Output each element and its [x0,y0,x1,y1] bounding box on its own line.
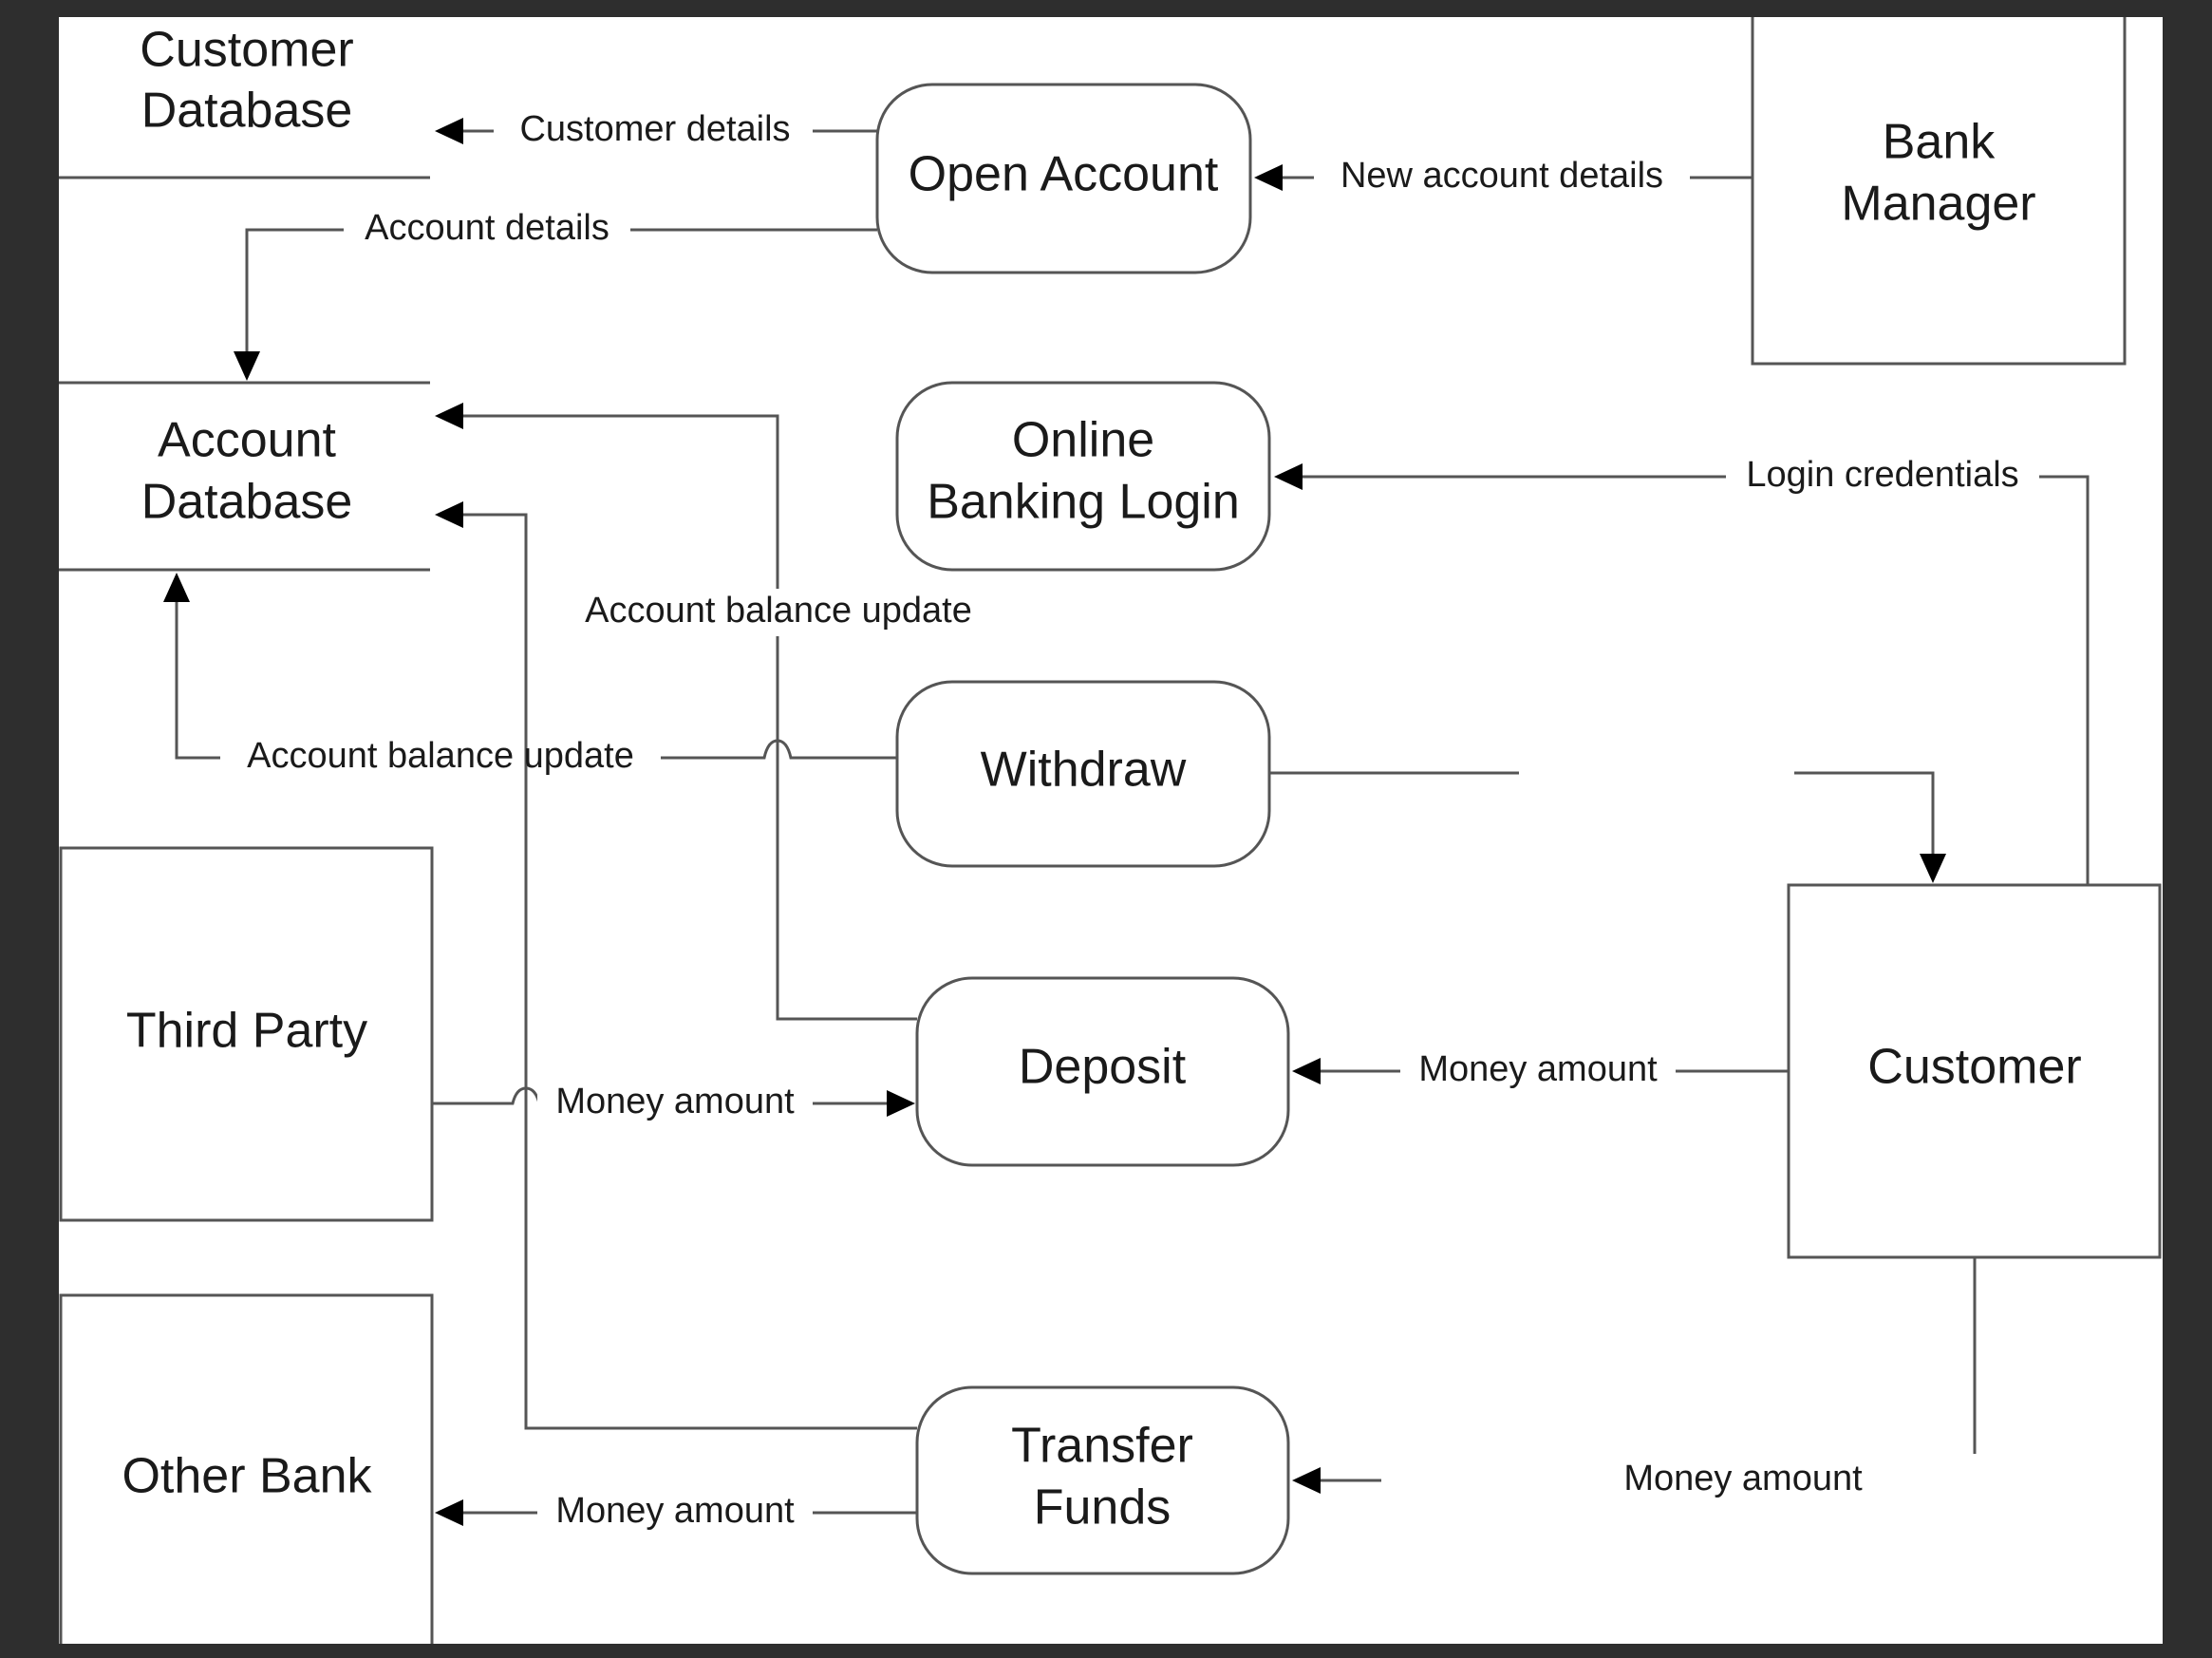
arrowhead-left-icon [1292,1058,1321,1084]
flow-label: New account details [1340,156,1663,196]
arrowhead-down-icon [1920,854,1946,883]
flow-login-credentials[interactable]: Login credentials [1274,455,2090,885]
flow-label: Money amount [555,1491,795,1531]
flow-label: Login credentials [1746,455,2018,495]
arrowhead-right-icon [887,1090,915,1117]
node-label: Manager [1841,177,2035,232]
flow-new-account-details[interactable]: New account details [1254,156,1753,197]
flow-label: Money amount [1623,1459,1863,1498]
flow-line [461,513,917,1430]
entity-customer[interactable]: Customer [1787,883,2162,1259]
node-label: Withdraw [981,743,1187,798]
node-label: Customer [1867,1040,2081,1095]
arrowhead-left-icon [435,403,463,429]
process-withdraw[interactable]: Withdraw [895,680,1271,868]
node-label: Transfer [1011,1419,1193,1474]
flow-label: Money amount [555,1082,795,1121]
flow-line [461,414,917,1021]
process-deposit[interactable]: Deposit [915,976,1290,1167]
flow-line [1301,475,2090,885]
flow-transfer-money[interactable]: Money amount [435,1491,917,1532]
entity-third-party[interactable]: Third Party [59,846,434,1222]
arrowhead-up-icon [163,573,190,602]
node-label: Funds [1034,1480,1172,1536]
flow-withdraw-money[interactable] [1269,754,1946,883]
node-label: Account [158,413,336,468]
node-label: Bank [1883,115,1996,170]
flow-customer-deposit-money[interactable]: Money amount [1292,1049,1789,1090]
data-store-account-database[interactable]: Account Database [59,381,430,572]
flow-label: Money amount [1418,1049,1658,1089]
arrowhead-left-icon [1292,1467,1321,1494]
arrowhead-left-icon [435,501,463,528]
process-online-banking-login[interactable]: Online Banking Login [895,381,1271,572]
node-label: Deposit [1019,1040,1187,1095]
entity-bank-manager[interactable]: Bank Manager [1751,17,2127,366]
node-label: Database [141,475,353,530]
arrowhead-left-icon [1274,463,1303,490]
process-transfer-funds[interactable]: Transfer Funds [915,1385,1290,1575]
flow-account-destination[interactable]: Money amount [1292,1257,1977,1498]
node-label: Banking Login [927,475,1240,530]
arrowhead-left-icon [435,1499,463,1526]
node-label: Database [141,84,353,139]
arrowhead-down-icon [234,351,260,381]
process-open-account[interactable]: Open Account [875,83,1252,274]
flow-account-details[interactable]: Account details [234,208,877,381]
flow-label: Account balance update [585,591,972,631]
node-label: Open Account [909,147,1219,202]
node-label: Customer [140,23,353,78]
flow-label: Account balance update [247,736,634,776]
data-store-customer-database[interactable]: Customer Database [59,23,430,179]
flow-customer-details[interactable]: Customer details [435,109,877,150]
data-flow-diagram: Customer Database Account Database Bank … [59,17,2162,1644]
label-background [1519,754,1794,792]
flow-third-party-money[interactable]: Money amount [432,1082,915,1122]
flow-label: Account details [365,208,609,248]
node-label: Online [1012,413,1154,468]
node-label: Other Bank [122,1449,372,1504]
entity-other-bank[interactable]: Other Bank [59,1293,434,1644]
flow-label: Customer details [519,109,790,149]
arrowhead-left-icon [435,118,463,144]
arrowhead-left-icon [1254,164,1283,191]
node-label: Third Party [126,1004,367,1059]
flow-transfer-balance-update[interactable] [435,501,917,1430]
